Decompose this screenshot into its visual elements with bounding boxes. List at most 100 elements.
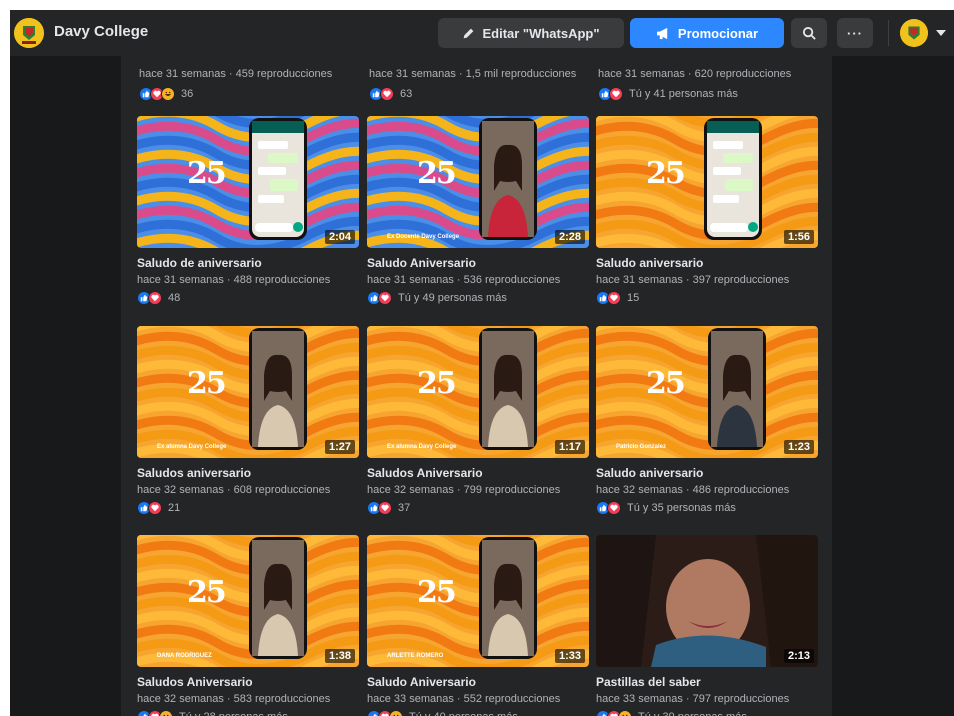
phone-frame	[249, 328, 307, 450]
search-button[interactable]	[791, 18, 827, 48]
video-caption-overlay: ARLETTE ROMERO	[387, 653, 444, 659]
video-title[interactable]: Saludos aniversario	[137, 466, 359, 480]
reaction-count[interactable]: 21	[168, 502, 180, 514]
love-reaction-icon	[148, 291, 162, 305]
reactions-summary[interactable]: Tú y 40 personas más	[367, 709, 589, 716]
video-duration: 1:27	[324, 440, 355, 454]
anniversary-25-badge: 25	[417, 156, 457, 191]
phone-frame	[479, 537, 537, 659]
video-card[interactable]: 25 Patricio Gonzalez 1:23 Saludo aniversar…	[596, 326, 818, 516]
video-caption-overlay: Ex Docente Davy College	[387, 234, 460, 240]
video-meta: hace 31 semanas · 459 reproducciones	[139, 68, 333, 80]
reactions-summary[interactable]: Tú y 39 personas más	[596, 709, 818, 716]
account-avatar[interactable]	[900, 19, 928, 47]
video-duration: 2:28	[554, 230, 585, 244]
video-card[interactable]: 2:13 Pastillas del saber hace 33 semanas ·…	[596, 535, 818, 716]
promote-button-label: Promocionar	[677, 25, 759, 41]
phone-frame	[249, 537, 307, 659]
anniversary-25-badge: 25	[417, 575, 457, 610]
video-thumbnail[interactable]: 25 Ex alumna Davy College 1:27	[137, 326, 359, 458]
reactions-summary[interactable]: 37	[367, 500, 589, 516]
video-meta: hace 32 semanas · 608 reproducciones	[137, 484, 331, 496]
video-meta: hace 31 semanas · 488 reproducciones	[137, 274, 331, 286]
reactions-summary[interactable]: 15	[596, 290, 818, 306]
reaction-count[interactable]: Tú y 40 personas más	[409, 711, 518, 716]
reactions-summary[interactable]: Tú y 41 personas más	[598, 86, 738, 102]
reaction-count[interactable]: Tú y 39 personas más	[638, 711, 747, 716]
video-title[interactable]: Saludo de aniversario	[137, 256, 359, 270]
video-title[interactable]: Saludo aniversario	[596, 256, 818, 270]
video-meta: hace 31 semanas · 536 reproducciones	[367, 274, 561, 286]
videos-panel: hace 31 semanas · 459 reproducciones 36 ha…	[121, 56, 832, 716]
video-card[interactable]: 25 Ex alumna Davy College 1:27 Saludos ani…	[137, 326, 359, 516]
love-reaction-icon	[607, 501, 621, 515]
video-thumbnail[interactable]: 25 Patricio Gonzalez 1:23	[596, 326, 818, 458]
video-title[interactable]: Saludos Aniversario	[137, 675, 359, 689]
edit-button[interactable]: Editar "WhatsApp"	[438, 18, 624, 48]
reaction-count[interactable]: Tú y 28 personas más	[179, 711, 288, 716]
reaction-count[interactable]: Tú y 41 personas más	[629, 88, 738, 100]
video-thumbnail[interactable]: 25 Ex Docente Davy College 2:28	[367, 116, 589, 248]
page-logo[interactable]	[14, 18, 44, 48]
video-duration: 1:23	[783, 440, 814, 454]
more-options-button[interactable]: ···	[837, 18, 873, 48]
video-title[interactable]: Pastillas del saber	[596, 675, 818, 689]
video-meta: hace 31 semanas · 1,5 mil reproducciones	[369, 68, 577, 80]
video-thumbnail[interactable]: 2:13	[596, 535, 818, 667]
video-card[interactable]: 25 Ex alumna Davy College 1:17 Saludos Ani…	[367, 326, 589, 516]
anniversary-25-badge: 25	[187, 366, 227, 401]
reactions-summary[interactable]: Tú y 28 personas más	[137, 709, 359, 716]
video-caption-overlay: DANA RODRIGUEZ	[157, 653, 212, 659]
video-card[interactable]: 25 DANA RODRIGUEZ 1:38 Saludos Aniversario…	[137, 535, 359, 716]
reaction-count[interactable]: 48	[168, 292, 180, 304]
video-thumbnail[interactable]: 25 Ex alumna Davy College 1:17	[367, 326, 589, 458]
phone-screen	[252, 121, 304, 237]
video-caption-overlay: Patricio Gonzalez	[616, 444, 667, 450]
video-meta: hace 33 semanas · 552 reproducciones	[367, 693, 561, 705]
reaction-count[interactable]: 15	[627, 292, 639, 304]
video-card[interactable]: 25 Ex Docente Davy College 2:28 Saludo Ani…	[367, 116, 589, 306]
haha-reaction-icon	[161, 87, 175, 101]
video-card[interactable]: 25 ARLETTE ROMERO 1:33 Saludo Aniversario h…	[367, 535, 589, 716]
video-meta: hace 31 semanas · 620 reproducciones	[598, 68, 792, 80]
video-title[interactable]: Saludo Aniversario	[367, 256, 589, 270]
reactions-summary[interactable]: 36	[139, 86, 193, 102]
video-title[interactable]: Saludo aniversario	[596, 466, 818, 480]
phone-frame	[704, 118, 762, 240]
reaction-count[interactable]: 63	[400, 88, 412, 100]
video-card[interactable]: 25 1:56 Saludo aniversario hace 31 semanas…	[596, 116, 818, 306]
video-thumbnail[interactable]: 25 1:56	[596, 116, 818, 248]
reactions-summary[interactable]: 21	[137, 500, 359, 516]
phone-screen	[711, 331, 763, 447]
account-menu-caret-icon[interactable]	[936, 30, 946, 36]
reactions-summary[interactable]: Tú y 35 personas más	[596, 500, 818, 516]
reaction-count[interactable]: 37	[398, 502, 410, 514]
video-thumbnail[interactable]: 25 DANA RODRIGUEZ 1:38	[137, 535, 359, 667]
love-reaction-icon	[148, 501, 162, 515]
more-icon: ···	[847, 25, 863, 41]
video-duration: 2:04	[324, 230, 355, 244]
promote-button[interactable]: Promocionar	[630, 18, 784, 48]
phone-screen	[482, 121, 534, 237]
video-title[interactable]: Saludo Aniversario	[367, 675, 589, 689]
video-title[interactable]: Saludos Aniversario	[367, 466, 589, 480]
love-reaction-icon	[380, 87, 394, 101]
video-meta: hace 31 semanas · 397 reproducciones	[596, 274, 790, 286]
video-meta: hace 32 semanas · 583 reproducciones	[137, 693, 331, 705]
phone-screen	[252, 331, 304, 447]
video-card[interactable]: 25 2:04 Saludo de aniversario hace 31 sema…	[137, 116, 359, 306]
haha-reaction-icon	[389, 710, 403, 716]
video-duration: 2:13	[783, 649, 814, 663]
reaction-count[interactable]: Tú y 49 personas más	[398, 292, 507, 304]
reactions-summary[interactable]: 48	[137, 290, 359, 306]
anniversary-25-badge: 25	[646, 366, 686, 401]
love-reaction-icon	[378, 501, 392, 515]
reactions-summary[interactable]: 63	[369, 86, 412, 102]
reaction-count[interactable]: 36	[181, 88, 193, 100]
reactions-summary[interactable]: Tú y 49 personas más	[367, 290, 589, 306]
reaction-count[interactable]: Tú y 35 personas más	[627, 502, 736, 514]
page-name[interactable]: Davy College	[54, 23, 148, 40]
video-thumbnail[interactable]: 25 ARLETTE ROMERO 1:33	[367, 535, 589, 667]
phone-screen	[482, 331, 534, 447]
video-thumbnail[interactable]: 25 2:04	[137, 116, 359, 248]
